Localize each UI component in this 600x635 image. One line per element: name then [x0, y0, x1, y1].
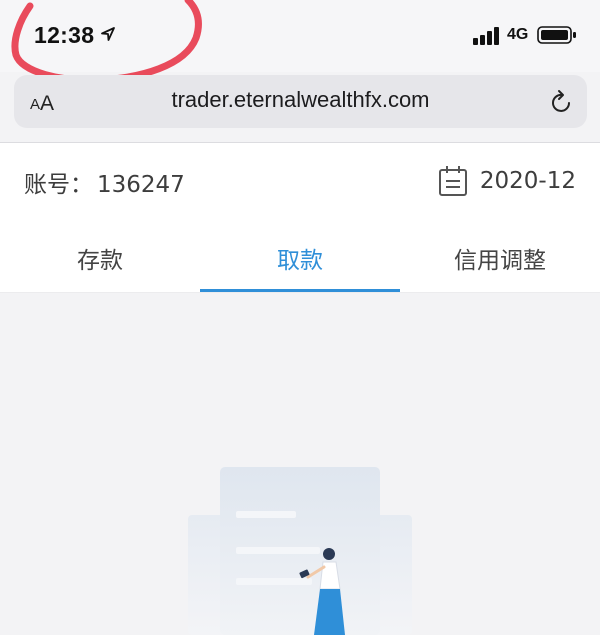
month-picker[interactable]: 2020-12: [438, 165, 576, 197]
tab-withdrawal[interactable]: 取款: [200, 235, 400, 293]
account-info: 账号： 136247: [24, 165, 185, 199]
cellular-signal-icon: [473, 27, 499, 45]
empty-documents-illustration: [188, 467, 412, 635]
reload-icon[interactable]: [550, 89, 574, 115]
address-bar[interactable]: A A trader.eternalwealthfx.com: [14, 75, 587, 128]
tab-withdrawal-label: 取款: [277, 248, 323, 274]
empty-state: [0, 293, 600, 635]
transaction-tabs: 存款 取款 信用调整: [0, 235, 600, 293]
location-arrow-icon: [101, 27, 115, 41]
tab-deposit-label: 存款: [77, 248, 123, 274]
status-time: 12:38: [34, 22, 95, 48]
tab-deposit[interactable]: 存款: [0, 235, 200, 293]
account-label: 账号：: [24, 172, 93, 198]
url-text[interactable]: trader.eternalwealthfx.com: [14, 87, 587, 113]
network-type-label: 4G: [507, 26, 529, 43]
status-bar: 12:38 4G: [0, 0, 600, 72]
tab-credit-adjustment-label: 信用调整: [454, 248, 546, 274]
selected-month: 2020-12: [479, 168, 576, 194]
calendar-icon: [438, 166, 467, 196]
account-number: 136247: [97, 172, 185, 198]
tab-credit-adjustment[interactable]: 信用调整: [400, 235, 600, 293]
battery-icon: [537, 26, 576, 44]
page-header: 账号： 136247 2020-12 存款 取款 信用调整: [0, 143, 600, 293]
